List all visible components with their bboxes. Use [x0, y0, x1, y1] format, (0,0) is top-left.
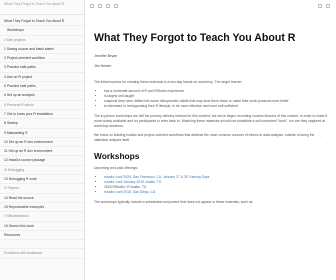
main-content: What They Forgot to Teach You About R Je… [86, 0, 336, 280]
sidebar-item[interactable] [0, 240, 84, 250]
offerings-intro: Upcoming and past offerings: [94, 166, 139, 170]
learner-list: has a moderate amount of R and RStudio e… [94, 89, 328, 109]
toolbar [86, 0, 336, 12]
workshops-heading: Workshops [94, 151, 140, 161]
sidebar-item[interactable]: 1 Saving source and blank slates [0, 45, 84, 55]
sidebar-item[interactable]: 14 Read the source [0, 194, 84, 203]
closing-paragraph: The workshops typically include a substa… [94, 200, 253, 204]
sidebar-list: What They Forgot to Teach You About R Wor… [0, 17, 84, 259]
sidebar-part-label: II Personal R admin [0, 101, 84, 110]
sidebar-header: What They Forgot to Teach You About R [0, 0, 84, 15]
list-item: is interested in reinvigorating their R … [104, 104, 328, 109]
sidebar-item[interactable]: Workshops [0, 26, 84, 36]
article: What They Forgot to Teach You About R Je… [86, 32, 336, 205]
sidebar-item[interactable]: 2 Project-oriented workflow [0, 54, 84, 64]
menu-icon[interactable] [90, 4, 94, 8]
edit-icon[interactable] [114, 4, 118, 8]
page-title: What They Forgot to Teach You About R [94, 32, 296, 44]
sidebar: What They Forgot to Teach You About R Wh… [0, 0, 85, 280]
sidebar-item[interactable]: 9 Maintaining R [0, 129, 84, 138]
next-page-arrow-icon[interactable]: › [316, 132, 324, 142]
sidebar-part-label: I Safe projects [0, 36, 84, 45]
offering-text: 2018 RStudio / R Austin, TX [104, 185, 147, 189]
sidebar-item[interactable]: 4 Use an R project [0, 73, 84, 83]
sidebar-item[interactable]: Resources [0, 231, 84, 241]
sidebar-item[interactable]: 8 Startup [0, 119, 84, 129]
offering-link[interactable]: rstudio::conf January 2019, Austin, TX [104, 180, 161, 184]
sidebar-part-label: IV Reprex [0, 184, 84, 194]
sidebar-item[interactable]: 16 Search this book [0, 222, 84, 231]
sidebar-item[interactable]: What They Forgot to Teach You About R [0, 17, 84, 27]
delivery-paragraph: The in-person workshops are still the pr… [94, 114, 328, 128]
share-icon[interactable] [318, 4, 322, 8]
sidebar-item[interactable]: 6 Set up an analysis [0, 91, 84, 101]
sidebar-item[interactable]: 5 Practice safe paths [0, 82, 84, 92]
author-name: Jennifer Bryan [94, 54, 118, 58]
sidebar-item[interactable]: 13 Debugging R code [0, 175, 84, 185]
font-icon[interactable] [106, 4, 110, 8]
info-icon[interactable] [326, 4, 330, 8]
sidebar-item[interactable]: 11 Set up an R dev environment [0, 147, 84, 157]
list-item: rstudio::conf 2018, San Diego, CA [104, 190, 328, 195]
sidebar-item[interactable]: 15 Reproducible examples [0, 203, 84, 213]
offerings-list: rstudio::conf 2020, San Francisco, CA, J… [94, 175, 328, 195]
sidebar-part-label: Published with bookdown [0, 249, 84, 259]
sidebar-item[interactable]: 10 Set up an R dev environment [0, 138, 84, 148]
focus-paragraph: We focus on building holistic and projec… [94, 133, 315, 142]
sidebar-item[interactable]: 12 Install a source package [0, 156, 84, 166]
sidebar-item[interactable]: 7 Get to know your R installation [0, 110, 84, 120]
sidebar-part-label: V Miscellaneous [0, 212, 84, 222]
second-author: Jim Hester [94, 64, 112, 68]
sidebar-part-label: III Debugging [0, 166, 84, 176]
intro-paragraph: The initial impetus for creating these m… [94, 80, 243, 84]
offering-link[interactable]: rstudio::conf 2020, San Francisco, CA, J… [104, 175, 209, 179]
sidebar-item[interactable]: 3 Practice safe paths [0, 63, 84, 73]
offering-link[interactable]: rstudio::conf 2018, San Diego, CA [104, 190, 155, 194]
search-icon[interactable] [98, 4, 102, 8]
